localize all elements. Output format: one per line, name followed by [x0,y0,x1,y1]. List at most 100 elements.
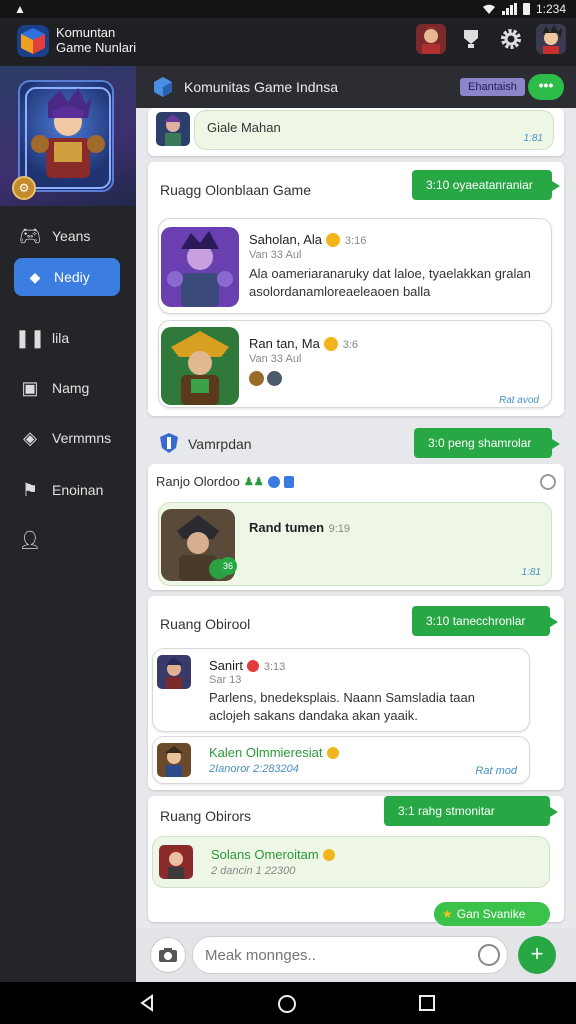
avatar [161,227,239,307]
sender-name: Kalen Olmmieresiat [209,745,323,760]
message-bubble: Solans Omeroitam 2 dancin 1 22300 [152,836,550,888]
profile-avatar[interactable] [536,24,566,54]
message-card: Giale Mahan 1:81 [148,108,564,156]
smile-icon [323,848,336,861]
room-card: Ranjo Olordoo ♟♟ 36 Rand tumen 9:19 1:81 [148,464,564,590]
message-meta: 2 dancin 1 22300 [211,865,296,877]
star-icon: ★ [442,907,453,921]
avatar [156,112,190,146]
recents-icon[interactable] [418,994,436,1012]
room-card: Ruang Obirool 3:10 tanecchronlar Sanirt … [148,596,564,790]
sender-name: Saholan, Ala [249,232,323,247]
emoji-icon[interactable] [478,944,500,966]
room-title: Ruang Obirool [160,616,251,632]
message-meta: Van 33 Aul [249,353,302,365]
chat-header: Komunitas Game Indnsa Ehantaish ••• [136,66,576,108]
avatar[interactable] [416,24,446,54]
avatar [157,655,191,689]
message-time: 1:81 [521,567,541,578]
flag-icon: ⚑ [21,479,39,500]
status-time: 1:234 [535,2,566,16]
sidebar-item-docs[interactable]: ▣ Namg [0,368,136,408]
document-icon: ▣ [21,377,39,398]
app-logo-icon[interactable] [16,24,50,58]
message-card: Ran tan, Ma 3:6 Van 33 Aul Rat avod [158,320,552,408]
more-button[interactable]: ••• [528,74,564,100]
smile-icon [326,746,339,759]
camera-button[interactable] [150,937,186,973]
sidebar-item-flag[interactable]: ⚑ Enoinan [0,470,136,510]
message-meta: 2Ianoror 2:283204 [209,763,299,775]
message-meta: Van 33 Aul [249,249,302,261]
signal-icon [501,3,517,15]
diamond-icon: ◆ [29,268,41,285]
sidebar-item-profile[interactable]: 👤︎ [0,520,136,560]
message-text: Ala oameriaranaruky dat laloe, tyaelakka… [249,266,531,299]
hero-character-image[interactable] [18,80,114,192]
chat-main: Komunitas Game Indnsa Ehantaish ••• Gial… [136,66,576,982]
sender-name: Ran tan, Ma [249,336,320,351]
send-button[interactable]: + [518,936,556,974]
app-title: Komuntan Game Nunlari [56,25,137,55]
home-icon[interactable] [277,994,297,1014]
message-input[interactable] [192,936,508,974]
room-title: Ruang Obirors [160,808,252,824]
message-card: Sanirt 3:13 Sar 13 Parlens, bnedeksplais… [152,648,530,732]
message-card: Kalen Olmmieresiat 2Ianoror 2:283204 Rat… [152,736,530,784]
smile-icon [326,232,341,247]
sidebar-item-games[interactable]: 🎮︎ Yeans [0,216,136,256]
avatar [159,845,193,879]
lock-icon [283,475,294,488]
app-bar: Komuntan Game Nunlari [0,18,576,66]
info-icon [267,475,280,488]
gear-icon[interactable] [496,24,526,54]
back-icon[interactable] [138,994,156,1012]
chat-icon: ❚❚ [14,327,46,348]
system-nav-bar [0,982,576,1024]
room-members-pill[interactable]: 3:0 peng shamrolar [414,428,560,458]
sidebar-item-chat[interactable]: ❚❚ lila [0,318,136,358]
sidebar-item-tags[interactable]: ◈ Vermmns [0,418,136,458]
room-members-pill[interactable]: 3:1 rahg stmonitar [384,796,558,826]
room-members-pill[interactable]: 3:10 tanecchronlar [412,606,558,636]
room-title: Ruagg Olonblaan Game [160,182,311,198]
tag-icon: ◈ [23,427,37,448]
message-bubble: Giale Mahan 1:81 [194,110,554,150]
count-badge: 36 [219,557,237,575]
room-row-label: Ranjo Olordoo [156,474,240,489]
game-controller-icon: 🎮︎ [18,225,42,246]
help-icon[interactable] [540,474,556,490]
heart-icon [247,659,260,672]
person-icon: 👤︎ [18,529,42,550]
message-bubble: 36 Rand tumen 9:19 1:81 [158,502,552,586]
message-text: Giale Mahan [207,120,281,135]
battery-icon [522,3,530,15]
camera-icon [159,948,177,962]
wifi-icon [482,4,495,14]
room-title: Vamrpdan [188,436,252,452]
message-card: Saholan, Ala 3:16 Van 33 Aul Ala oameria… [158,218,552,314]
shield-icon [160,433,178,453]
avatar [161,327,239,405]
message-text: Parlens, bnedeksplais. Naann Samsladia t… [209,690,475,723]
reward-badge[interactable]: ★ Gan Svanike [434,902,550,926]
room-members-pill[interactable]: 3:10 oyaeatanraniar [412,170,560,200]
notification-icon: ▲ [14,2,26,16]
reaction-icon[interactable] [249,371,264,386]
sidebar: ⚙ 🎮︎ Yeans ◆ Nediy ❚❚ lila ▣ Namg ◈ Verm… [0,66,136,982]
room-card: Ruagg Olonblaan Game 3:10 oyaeatanraniar… [148,162,564,416]
reaction-icon[interactable] [267,371,282,386]
trophy-icon[interactable] [456,24,486,54]
level-badge-icon: ⚙ [12,176,36,200]
smile-icon [324,336,339,351]
sender-name: Rand tumen [249,520,325,535]
avatar [157,743,191,777]
online-icon: ♟♟ [243,476,264,488]
message-meta: Sar 13 [209,674,242,686]
channel-tag[interactable]: Ehantaish [460,78,525,96]
message-time: 1:81 [523,133,543,144]
sender-name: Sanirt [209,658,243,673]
sidebar-item-active[interactable]: ◆ Nediy [14,258,120,296]
cube-icon [154,77,172,97]
status-bar: ▲ 1:234 [0,0,576,18]
